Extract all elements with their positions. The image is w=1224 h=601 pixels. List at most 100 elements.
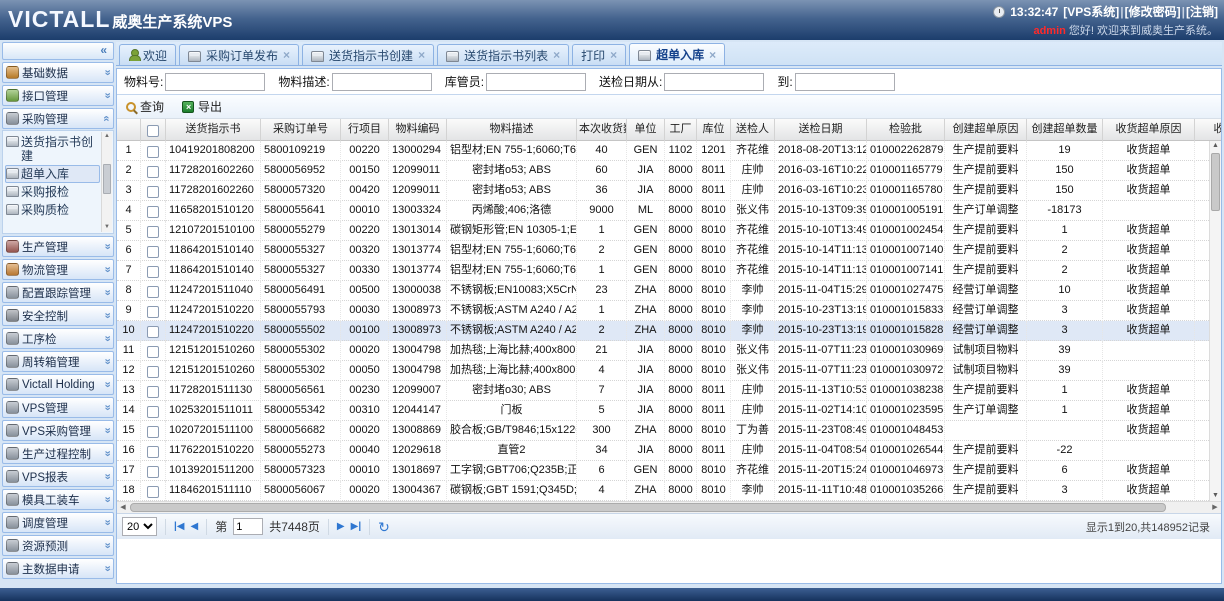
row-checkbox[interactable] [147, 306, 159, 318]
scroll-thumb[interactable] [103, 164, 111, 194]
sidebar-group-master-data-request[interactable]: 主数据申请» [2, 558, 114, 579]
table-row[interactable]: 181184620151111058000560670002013004367碳… [117, 481, 1221, 501]
sidebar-collapse-button[interactable]: « [2, 42, 114, 60]
row-checkbox[interactable] [147, 486, 159, 498]
query-button[interactable]: 查询 [123, 97, 167, 116]
submenu-scrollbar[interactable]: ▲▼ [101, 132, 112, 232]
scroll-right-icon[interactable]: ▶ [1209, 502, 1221, 514]
sidebar-group-production-process-control[interactable]: 生产过程控制» [2, 443, 114, 464]
sidebar-item-purchase-quality[interactable]: 采购质检 [5, 201, 100, 219]
header-link[interactable]: [VPS系统] [1063, 5, 1119, 19]
sidebar-group-logistics-mgmt[interactable]: 物流管理» [2, 259, 114, 280]
table-row[interactable]: 91124720151022058000557930003013008973不锈… [117, 301, 1221, 321]
export-button[interactable]: 导出 [179, 97, 225, 116]
sidebar-group-vps-mgmt[interactable]: VPS管理» [2, 397, 114, 418]
scroll-down-icon[interactable]: ▼ [102, 223, 112, 232]
sidebar-group-vps-report[interactable]: VPS报表» [2, 466, 114, 487]
close-icon[interactable]: × [610, 50, 617, 60]
table-row[interactable]: 71186420151014058000553270033013013774铝型… [117, 261, 1221, 281]
table-row[interactable]: 111215120151026058000553020002013004798加… [117, 341, 1221, 361]
table-row[interactable]: 51210720151010058000552790022013013014碳钢… [117, 221, 1221, 241]
next-page-button[interactable]: ▶ [337, 521, 345, 532]
tab-print[interactable]: 打印× [572, 44, 626, 65]
table-row[interactable]: 11041920180820058001092190022013000294铝型… [117, 141, 1221, 161]
sidebar-group-config-tracking[interactable]: 配置跟踪管理» [2, 282, 114, 303]
column-header[interactable]: 库位 [697, 119, 731, 141]
horizontal-scrollbar[interactable]: ◀ ▶ [117, 501, 1221, 513]
row-checkbox[interactable] [147, 386, 159, 398]
sidebar-group-production-mgmt[interactable]: 生产管理» [2, 236, 114, 257]
tab-po-publish[interactable]: 采购订单发布× [179, 44, 299, 65]
table-row[interactable]: 141025320151101158000553420031012044147门… [117, 401, 1221, 421]
row-checkbox[interactable] [147, 146, 159, 158]
filter-input-inspect-date-to[interactable] [795, 73, 895, 91]
close-icon[interactable]: × [709, 50, 716, 60]
column-header[interactable]: 单位 [627, 119, 665, 141]
tab-delivery-note-list[interactable]: 送货指示书列表× [437, 44, 569, 65]
row-checkbox[interactable] [147, 246, 159, 258]
row-checkbox[interactable] [147, 466, 159, 478]
table-row[interactable]: 61186420151014058000553270032013013774铝型… [117, 241, 1221, 261]
row-checkbox[interactable] [147, 266, 159, 278]
row-checkbox[interactable] [147, 286, 159, 298]
column-header[interactable]: 收货超单原因 [1103, 119, 1195, 141]
sidebar-group-interface-mgmt[interactable]: 接口管理» [2, 85, 114, 106]
filter-input-warehouse-keeper[interactable] [486, 73, 586, 91]
column-header[interactable]: 创建超单原因 [945, 119, 1027, 141]
scroll-up-icon[interactable]: ▲ [1210, 141, 1221, 151]
table-row[interactable]: 121215120151026058000553020005013004798加… [117, 361, 1221, 381]
scroll-down-icon[interactable]: ▼ [1210, 491, 1221, 501]
row-checkbox[interactable] [147, 186, 159, 198]
page-size-select[interactable]: 20 [122, 517, 157, 536]
sidebar-group-mold-tooling-cart[interactable]: 模具工装车» [2, 489, 114, 510]
hscroll-thumb[interactable] [130, 503, 1166, 512]
column-header[interactable]: 物料编码 [389, 119, 447, 141]
column-header[interactable]: 采购订单号 [261, 119, 341, 141]
first-page-button[interactable]: |◀ [174, 521, 185, 532]
header-link[interactable]: [注销] [1186, 5, 1218, 19]
column-header[interactable]: 物料描述 [447, 119, 577, 141]
close-icon[interactable]: × [553, 50, 560, 60]
close-icon[interactable]: × [283, 50, 290, 60]
tab-over-order-inbound[interactable]: 超单入库× [629, 43, 725, 65]
tab-delivery-note-create[interactable]: 送货指示书创建× [302, 44, 434, 65]
row-checkbox[interactable] [147, 426, 159, 438]
table-row[interactable]: 161176220151022058000552730004012029618直… [117, 441, 1221, 461]
sidebar-group-dispatch-mgmt[interactable]: 调度管理» [2, 512, 114, 533]
scroll-up-icon[interactable]: ▲ [102, 132, 112, 141]
sidebar-item-over-order-inbound[interactable]: 超单入库 [5, 165, 100, 183]
column-header[interactable]: 创建超单数量 [1027, 119, 1103, 141]
refresh-icon[interactable]: ↻ [378, 520, 390, 534]
row-checkbox[interactable] [147, 206, 159, 218]
column-header[interactable]: 工厂 [665, 119, 697, 141]
row-checkbox[interactable] [147, 226, 159, 238]
sidebar-group-purchase-mgmt[interactable]: 采购管理» [2, 108, 114, 129]
scroll-left-icon[interactable]: ◀ [117, 502, 129, 514]
column-header[interactable]: 送检人 [731, 119, 775, 141]
filter-input-inspect-date-from[interactable] [664, 73, 764, 91]
table-row[interactable]: 131172820151113058000565610023012099007密… [117, 381, 1221, 401]
column-header[interactable]: 检验批 [867, 119, 945, 141]
column-header[interactable]: 本次收货数 [577, 119, 627, 141]
row-checkbox[interactable] [147, 346, 159, 358]
tab-welcome[interactable]: 欢迎 [119, 44, 176, 65]
table-row[interactable]: 21172820160226058000569520015012099011密封… [117, 161, 1221, 181]
sidebar-group-process-inspection[interactable]: 工序检» [2, 328, 114, 349]
column-header[interactable]: 送检日期 [775, 119, 867, 141]
column-header[interactable]: 行项目 [341, 119, 389, 141]
last-page-button[interactable]: ▶| [351, 521, 362, 532]
sidebar-group-vps-purchase[interactable]: VPS采购管理» [2, 420, 114, 441]
table-row[interactable]: 101124720151022058000555020010013008973不… [117, 321, 1221, 341]
table-row[interactable]: 151020720151110058000566820002013008869胶… [117, 421, 1221, 441]
sidebar-group-victall-holding[interactable]: Victall Holding» [2, 374, 114, 395]
vertical-scrollbar[interactable]: ▲ ▼ [1209, 141, 1221, 501]
prev-page-button[interactable]: ◀ [191, 521, 199, 532]
filter-input-material-desc[interactable] [332, 73, 432, 91]
table-row[interactable]: 41165820151012058000556410001013003324丙烯… [117, 201, 1221, 221]
sidebar-group-security-control[interactable]: 安全控制» [2, 305, 114, 326]
sidebar-item-delivery-note-create[interactable]: 送货指示书创建 [5, 133, 100, 165]
header-link[interactable]: [修改密码] [1125, 5, 1181, 19]
close-icon[interactable]: × [418, 50, 425, 60]
row-checkbox[interactable] [147, 406, 159, 418]
select-all-checkbox[interactable] [147, 125, 159, 137]
